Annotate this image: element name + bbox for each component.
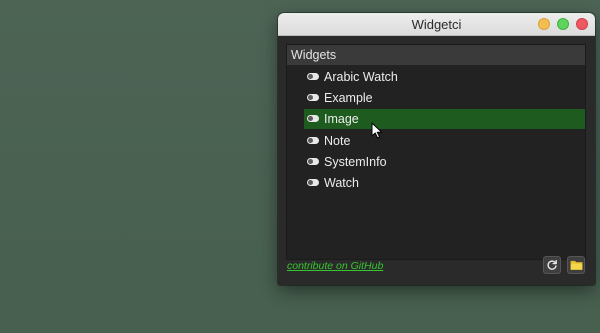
toggle-icon[interactable] xyxy=(307,179,319,186)
list-item-label: Note xyxy=(324,134,351,148)
list-item-label: SystemInfo xyxy=(324,155,387,169)
close-button[interactable] xyxy=(576,18,588,30)
refresh-icon xyxy=(547,259,557,270)
toggle-icon[interactable] xyxy=(307,94,319,101)
refresh-button[interactable] xyxy=(543,256,561,274)
toggle-icon[interactable] xyxy=(307,158,319,165)
open-folder-button[interactable] xyxy=(567,256,585,274)
widgetci-window: Widgetci Widgets Arabic Watch Example Im… xyxy=(278,13,595,285)
toggle-icon[interactable] xyxy=(307,115,319,122)
list-item-watch[interactable]: Watch xyxy=(304,173,585,193)
widgets-list: Widgets Arabic Watch Example Image Note … xyxy=(286,44,586,260)
list-item-label: Image xyxy=(324,112,359,126)
list-item-note[interactable]: Note xyxy=(304,131,585,151)
minimize-button[interactable] xyxy=(538,18,550,30)
list-item-image[interactable]: Image xyxy=(304,109,585,129)
toggle-icon[interactable] xyxy=(307,137,319,144)
list-item-label: Example xyxy=(324,91,373,105)
list-item-arabic-watch[interactable]: Arabic Watch xyxy=(304,67,585,87)
folder-icon xyxy=(570,260,583,270)
list-header: Widgets xyxy=(287,45,585,65)
maximize-button[interactable] xyxy=(557,18,569,30)
list-item-label: Arabic Watch xyxy=(324,70,398,84)
title-bar[interactable]: Widgetci xyxy=(278,13,595,36)
list-item-label: Watch xyxy=(324,176,359,190)
desktop: { "window": { "title": "Widgetci" }, "pa… xyxy=(0,0,600,333)
list-item-systeminfo[interactable]: SystemInfo xyxy=(304,152,585,172)
list-item-example[interactable]: Example xyxy=(304,88,585,108)
list-header-label: Widgets xyxy=(291,48,337,62)
github-link[interactable]: contribute on GitHub xyxy=(287,260,383,272)
toggle-icon[interactable] xyxy=(307,73,319,80)
